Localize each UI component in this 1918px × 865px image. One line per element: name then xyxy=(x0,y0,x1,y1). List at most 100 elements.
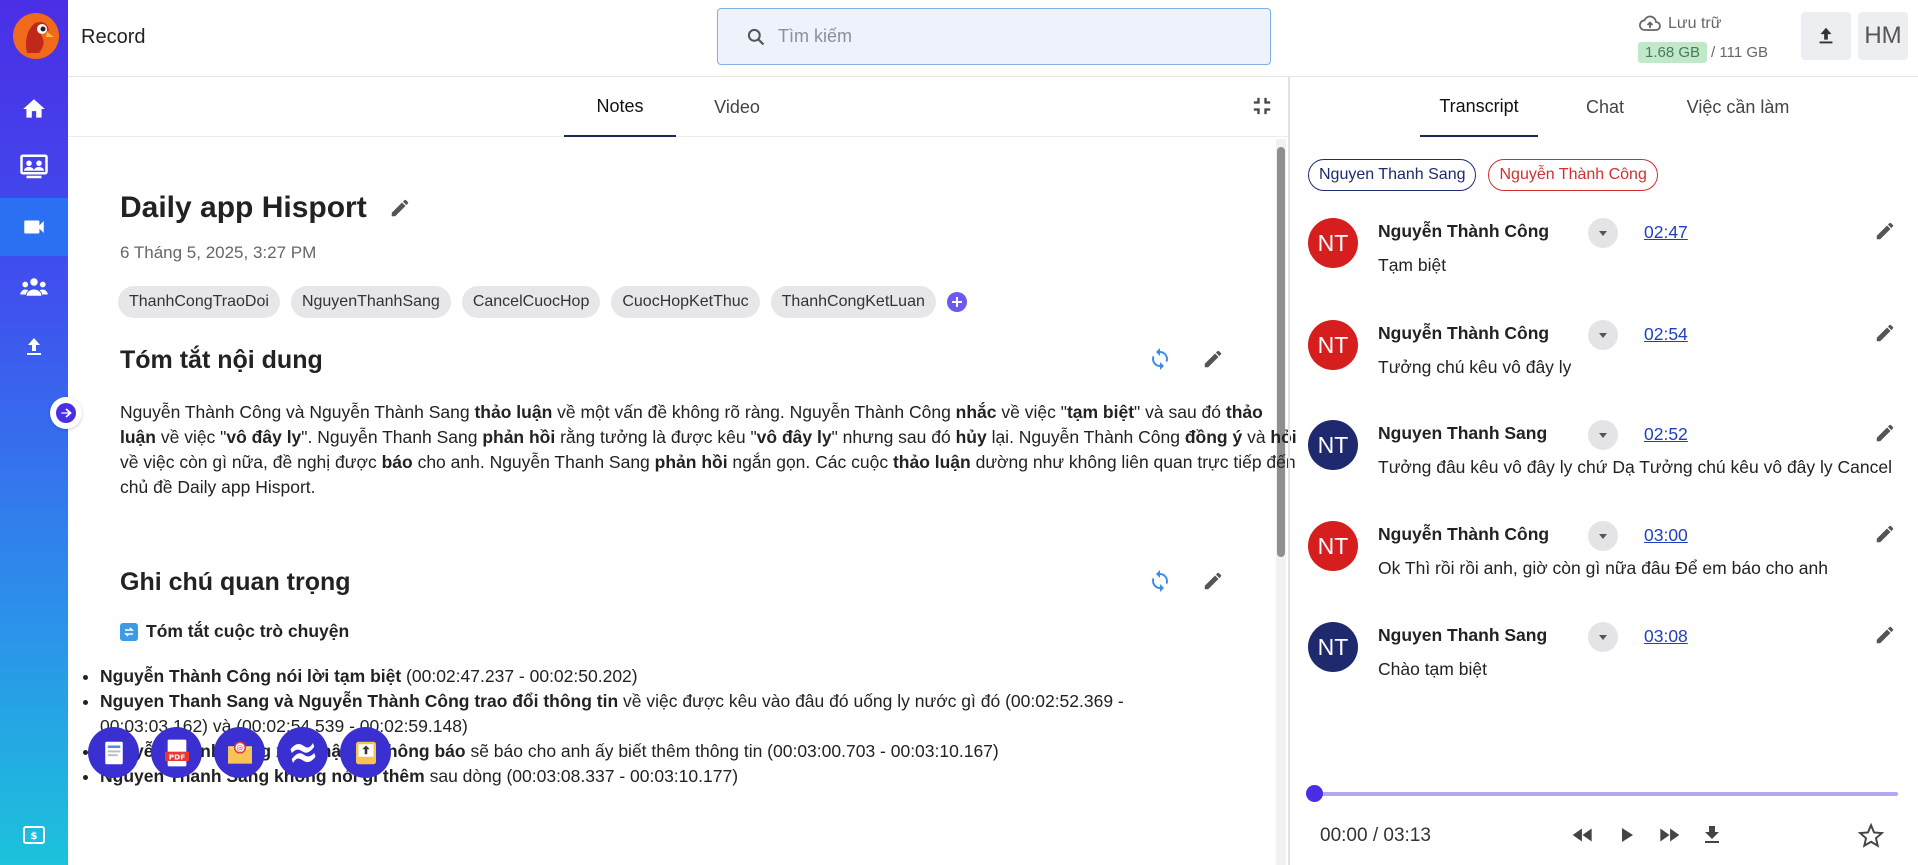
tag-chip[interactable]: ThanhCongKetLuan xyxy=(770,286,936,318)
timestamp-link[interactable]: 02:54 xyxy=(1644,324,1688,345)
add-tag-button[interactable] xyxy=(946,292,967,312)
note-title: Daily app Hisport xyxy=(120,191,411,225)
speaker-chip[interactable]: Nguyễn Thành Công xyxy=(1488,159,1658,191)
edit-icon[interactable] xyxy=(1874,322,1896,344)
video-camera-icon xyxy=(24,220,44,234)
svg-text:@: @ xyxy=(236,744,243,752)
timestamp-link[interactable]: 02:47 xyxy=(1644,222,1688,243)
speaker-avatar: NT xyxy=(1308,521,1358,571)
edit-icon[interactable] xyxy=(389,197,411,219)
search-box[interactable] xyxy=(717,8,1271,65)
transcript-entry: NT Nguyễn Thành Công 02:54 Tưởng chú kêu… xyxy=(1308,320,1898,400)
upload-icon xyxy=(27,338,41,355)
pdf-icon: PDF xyxy=(164,739,189,766)
speaker-chip[interactable]: Nguyen Thanh Sang xyxy=(1308,159,1477,191)
note-date: 6 Tháng 5, 2025, 3:27 PM xyxy=(120,243,317,262)
svg-text:PDF: PDF xyxy=(168,752,184,761)
transcript-tabs: Transcript Chat Việc cần làm xyxy=(1290,77,1918,137)
caret-down-icon xyxy=(1599,635,1607,640)
storage-used: 1.68 GB xyxy=(1638,42,1708,63)
app-logo[interactable] xyxy=(13,13,59,59)
chat-summary-heading: Tóm tắt cuộc trò chuyện xyxy=(120,621,349,642)
important-actions xyxy=(1148,569,1224,593)
nav-groups[interactable] xyxy=(0,258,68,316)
fast-forward-icon[interactable] xyxy=(1656,822,1682,848)
nav-home[interactable] xyxy=(0,80,68,138)
note-title-text: Daily app Hisport xyxy=(120,191,367,224)
timestamp-link[interactable]: 02:52 xyxy=(1644,424,1688,445)
upload-button[interactable] xyxy=(1801,12,1851,60)
cloud-upload-icon xyxy=(1639,15,1661,31)
speaker-name: Nguyen Thanh Sang xyxy=(1378,423,1548,443)
refresh-icon[interactable] xyxy=(1148,347,1172,371)
rewind-icon[interactable] xyxy=(1570,822,1596,848)
share-upload-icon xyxy=(355,741,376,764)
tag-chip[interactable]: CancelCuocHop xyxy=(461,286,601,318)
playback-knob[interactable] xyxy=(1306,785,1323,802)
transcript-panel: Transcript Chat Việc cần làm Nguyen Than… xyxy=(1290,77,1918,865)
playback-progress-bar[interactable] xyxy=(1306,785,1898,802)
nav-upload[interactable] xyxy=(0,318,68,376)
edit-icon[interactable] xyxy=(1874,624,1896,646)
tag-chip[interactable]: NguyenThanhSang xyxy=(290,286,451,318)
nav-meetings[interactable] xyxy=(0,138,68,196)
repeat-icon xyxy=(120,622,138,641)
export-email-button[interactable]: @ xyxy=(214,727,265,778)
tab-transcript[interactable]: Transcript xyxy=(1420,77,1538,137)
edit-icon[interactable] xyxy=(1202,570,1224,592)
tab-chat[interactable]: Chat xyxy=(1565,77,1645,137)
nav-billing[interactable]: $ xyxy=(0,806,68,864)
collapse-button[interactable] xyxy=(1248,92,1276,120)
download-icon[interactable] xyxy=(1700,823,1724,847)
nav-record[interactable] xyxy=(0,198,68,256)
export-doc-button[interactable] xyxy=(88,727,139,778)
storage-info: Lưu trữ 1.68 GB / 111 GB xyxy=(1638,12,1768,63)
speaker-name: Nguyen Thanh Sang xyxy=(1378,625,1548,645)
speaker-dropdown[interactable] xyxy=(1588,622,1618,652)
tag-chip[interactable]: CuocHopKetThuc xyxy=(611,286,760,318)
playback-time: 00:00 / 03:13 xyxy=(1320,825,1431,846)
speaker-name: Nguyễn Thành Công xyxy=(1378,323,1550,343)
caret-down-icon xyxy=(1599,534,1607,539)
top-bar: Record Lưu trữ 1.68 GB / 111 GB HM xyxy=(68,0,1918,77)
notes-scrollbar[interactable] xyxy=(1276,139,1286,865)
search-input[interactable] xyxy=(778,26,1258,47)
chat-summary-label: Tóm tắt cuộc trò chuyện xyxy=(146,621,350,641)
speaker-avatar: NT xyxy=(1308,320,1358,370)
tab-notes[interactable]: Notes xyxy=(564,77,676,137)
tab-todo[interactable]: Việc cần làm xyxy=(1663,77,1813,137)
export-confluence-button[interactable] xyxy=(277,727,328,778)
speaker-dropdown[interactable] xyxy=(1588,218,1618,248)
speaker-dropdown[interactable] xyxy=(1588,521,1618,551)
sidebar: $ xyxy=(0,0,68,865)
export-share-button[interactable] xyxy=(340,727,391,778)
confluence-icon xyxy=(290,742,315,763)
export-pdf-button[interactable]: PDF xyxy=(151,727,202,778)
transcript-text: Ok Thì rồi rồi anh, giờ còn gì nữa đâu Đ… xyxy=(1378,558,1828,578)
fullscreen-exit-icon xyxy=(1253,97,1271,115)
edit-icon[interactable] xyxy=(1874,422,1896,444)
summary-actions xyxy=(1148,347,1224,371)
timestamp-link[interactable]: 03:00 xyxy=(1644,525,1688,546)
storage-label: Lưu trữ xyxy=(1668,15,1722,32)
export-toolbar: PDF @ xyxy=(88,727,391,778)
timestamp-link[interactable]: 03:08 xyxy=(1644,626,1688,647)
user-avatar[interactable]: HM xyxy=(1858,12,1908,60)
star-icon[interactable] xyxy=(1858,823,1884,849)
tag-chip[interactable]: ThanhCongTraoDoi xyxy=(118,286,280,318)
edit-icon[interactable] xyxy=(1202,348,1224,370)
play-icon[interactable] xyxy=(1614,823,1638,847)
transcript-entry: NT Nguyễn Thành Công 02:47 Tạm biệt xyxy=(1308,218,1898,298)
tab-video[interactable]: Video xyxy=(688,77,786,137)
speaker-avatar: NT xyxy=(1308,420,1358,470)
transcript-text: Chào tạm biệt xyxy=(1378,659,1487,679)
upload-icon xyxy=(1819,27,1833,44)
transcript-entry: NT Nguyen Thanh Sang 02:52 Tưởng đâu kêu… xyxy=(1308,420,1898,500)
refresh-icon[interactable] xyxy=(1148,569,1172,593)
speaker-dropdown[interactable] xyxy=(1588,420,1618,450)
edit-icon[interactable] xyxy=(1874,220,1896,242)
storage-total: / 111 GB xyxy=(1711,44,1769,61)
notes-tabs: Notes Video xyxy=(68,77,1288,137)
edit-icon[interactable] xyxy=(1874,523,1896,545)
speaker-dropdown[interactable] xyxy=(1588,320,1618,350)
